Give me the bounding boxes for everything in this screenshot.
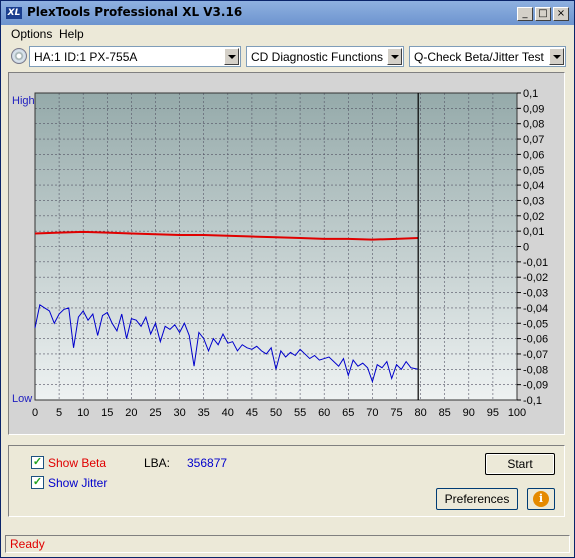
preferences-button[interactable]: Preferences: [436, 488, 518, 510]
y-tick-label: 0,06: [523, 149, 544, 161]
lba-label: LBA:: [144, 456, 171, 470]
x-tick-label: 30: [173, 407, 185, 419]
low-label: Low: [12, 393, 32, 405]
start-button[interactable]: Start: [485, 453, 555, 475]
chevron-down-icon[interactable]: [387, 48, 402, 65]
y-tick-label: -0,08: [523, 364, 548, 376]
y-tick-label: 0,1: [523, 88, 538, 100]
y-tick-label: -0,03: [523, 288, 548, 300]
menu-help-label: Help: [59, 27, 84, 41]
y-tick-label: -0,1: [523, 395, 542, 407]
x-tick-label: 80: [414, 407, 426, 419]
x-tick-label: 75: [390, 407, 402, 419]
x-tick-label: 40: [222, 407, 234, 419]
chart-area: 0 5 10 15 20 25 30 35 40 45 50 55 60 65 70 75 80 85 90 95 10…: [9, 73, 564, 434]
y-tick-label: -0,06: [523, 334, 548, 346]
window-title: PlexTools Professional XL V3.16: [27, 5, 243, 19]
y-tick-label: -0,02: [523, 272, 548, 284]
title-bar[interactable]: XL PlexTools Professional XL V3.16 _ □ ×: [1, 1, 574, 25]
x-tick-label: 35: [198, 407, 210, 419]
y-tick-label: 0,05: [523, 165, 544, 177]
x-tick-label: 45: [246, 407, 258, 419]
menu-options[interactable]: Options: [11, 27, 52, 41]
y-tick-label: -0,07: [523, 349, 548, 361]
x-tick-label: 90: [463, 407, 475, 419]
beta-jitter-chart: 0 5 10 15 20 25 30 35 40 45 50 55 60 65 70 75 80 85 90 95 10…: [9, 73, 564, 434]
y-tick-label: -0,01: [523, 257, 548, 269]
y-tick-label: 0: [523, 242, 529, 254]
close-button[interactable]: ×: [553, 7, 569, 21]
maximize-button[interactable]: □: [535, 7, 551, 21]
info-icon: i: [533, 491, 549, 507]
x-tick-label: 50: [270, 407, 282, 419]
x-tick-label: 20: [125, 407, 137, 419]
menu-options-label: Options: [11, 27, 53, 41]
y-tick-label: -0,09: [523, 380, 548, 392]
x-tick-label: 15: [101, 407, 113, 419]
high-label: High: [12, 95, 35, 107]
y-tick-label: 0,04: [523, 180, 544, 192]
x-tick-label: 60: [318, 407, 330, 419]
disc-icon: [11, 48, 27, 64]
menu-help[interactable]: Help: [59, 27, 84, 41]
minimize-button[interactable]: _: [517, 7, 533, 21]
test-select-value: Q-Check Beta/Jitter Test: [414, 50, 544, 64]
app-logo-icon: XL: [6, 7, 22, 19]
x-tick-label: 70: [366, 407, 378, 419]
x-tick-label: 0: [32, 407, 38, 419]
show-jitter-checkbox[interactable]: ✓: [31, 476, 44, 489]
info-button[interactable]: i: [527, 488, 555, 510]
status-bar: Ready: [5, 535, 570, 553]
show-jitter-label[interactable]: Show Jitter: [48, 476, 107, 490]
control-panel: ✓ Show Beta ✓ Show Jitter LBA: 356877 St…: [8, 445, 565, 517]
y-tick-label: 0,03: [523, 195, 544, 207]
chevron-down-icon[interactable]: [224, 48, 239, 65]
x-tick-label: 100: [508, 407, 526, 419]
drive-select[interactable]: HA:1 ID:1 PX-755A: [29, 46, 241, 67]
x-tick-label: 95: [487, 407, 499, 419]
y-tick-label: -0,04: [523, 303, 548, 315]
function-select[interactable]: CD Diagnostic Functions: [246, 46, 404, 67]
chevron-down-icon[interactable]: [549, 48, 564, 65]
test-select[interactable]: Q-Check Beta/Jitter Test: [409, 46, 566, 67]
y-tick-label: 0,08: [523, 119, 544, 131]
status-text: Ready: [10, 537, 45, 551]
y-tick-label: 0,02: [523, 211, 544, 223]
function-select-value: CD Diagnostic Functions: [251, 50, 384, 64]
y-tick-label: 0,09: [523, 103, 544, 115]
y-tick-label: 0,07: [523, 134, 544, 146]
menu-bar: Options Help: [1, 25, 574, 43]
x-tick-label: 25: [149, 407, 161, 419]
x-tick-label: 10: [77, 407, 89, 419]
show-beta-checkbox[interactable]: ✓: [31, 456, 44, 469]
x-tick-label: 85: [439, 407, 451, 419]
chart-frame: 0 5 10 15 20 25 30 35 40 45 50 55 60 65 70 75 80 85 90 95 10…: [8, 72, 565, 435]
y-tick-label: 0,01: [523, 226, 544, 238]
x-tick-label: 65: [342, 407, 354, 419]
y-tick-label: -0,05: [523, 318, 548, 330]
show-beta-label[interactable]: Show Beta: [48, 456, 106, 470]
lba-value: 356877: [187, 456, 228, 470]
x-tick-label: 5: [56, 407, 62, 419]
app-window: XL PlexTools Professional XL V3.16 _ □ ×…: [0, 0, 575, 558]
x-tick-label: 55: [294, 407, 306, 419]
drive-select-value: HA:1 ID:1 PX-755A: [34, 50, 138, 64]
